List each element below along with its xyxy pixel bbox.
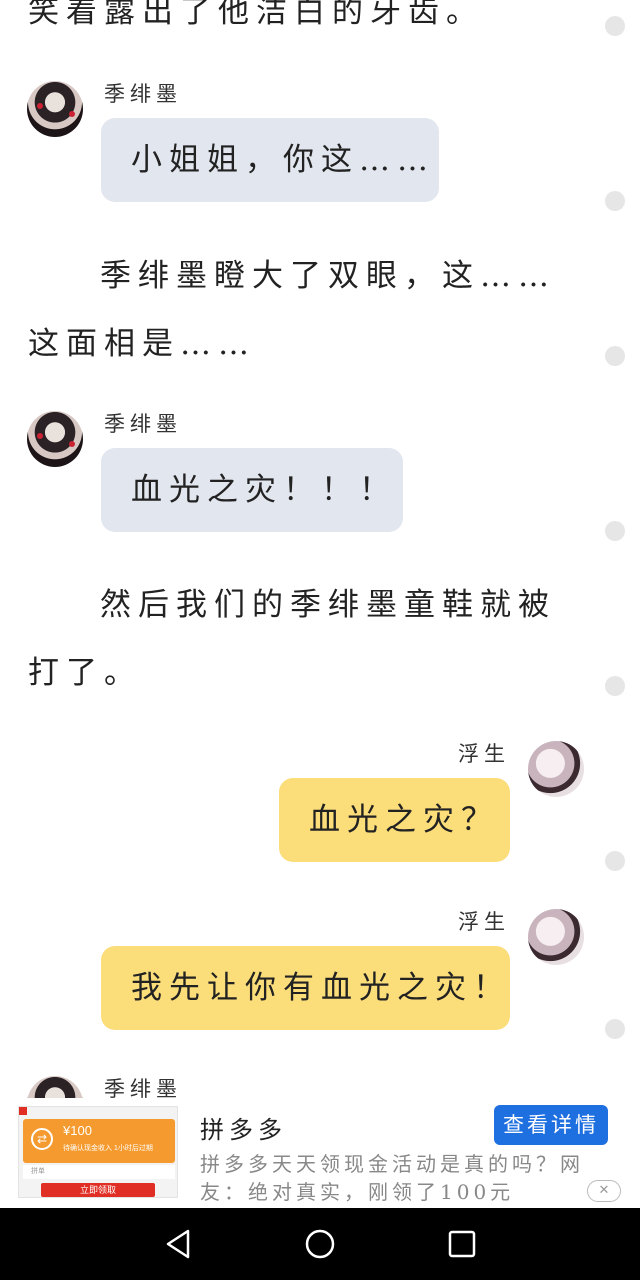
message-bubble-right: 血光之灾？ (279, 778, 510, 862)
ad-banner[interactable]: ⇄ ¥100 待确认现金收入 1小时后过期 拼单 立即领取 拼多多 查看详情 拼… (0, 1098, 640, 1208)
message-bubble-left: 血光之灾！！！ (101, 448, 403, 532)
coupon-subtext: 待确认现金收入 1小时后过期 (63, 1145, 153, 1152)
story-text-top: 笑着露出了他洁白的牙齿。 (28, 0, 484, 30)
close-icon[interactable]: ✕ (587, 1180, 621, 1202)
sender-name: 浮生 (458, 910, 510, 934)
story-paragraph: 季绯墨瞪大了双眼，这……这面相是…… (28, 258, 556, 362)
circle-home-icon[interactable] (304, 1228, 336, 1260)
view-details-button[interactable]: 查看详情 (494, 1105, 608, 1145)
paragraph-comment-dot[interactable] (605, 1019, 625, 1039)
chapter-content[interactable]: 笑着露出了他洁白的牙齿。 季绯墨 小姐姐，你这…… 季绯墨瞪大了双眼，这……这面… (0, 0, 640, 1208)
sender-name: 浮生 (458, 742, 510, 766)
square-recents-icon[interactable] (446, 1228, 478, 1260)
coupon-field: 拼单 (23, 1165, 175, 1179)
ad-flag-icon (19, 1107, 27, 1115)
paragraph-comment-dot[interactable] (605, 191, 625, 211)
claim-button: 立即领取 (41, 1183, 155, 1197)
sender-name: 季绯墨 (104, 82, 182, 106)
ad-title: 拼多多 (200, 1116, 287, 1144)
ad-thumbnail[interactable]: ⇄ ¥100 待确认现金收入 1小时后过期 拼单 立即领取 (18, 1106, 178, 1198)
coupon-card: ⇄ ¥100 待确认现金收入 1小时后过期 (23, 1119, 175, 1163)
paragraph-comment-dot[interactable] (605, 851, 625, 871)
avatar-jifeimo[interactable] (27, 411, 83, 467)
message-bubble-right: 我先让你有血光之灾！ (101, 946, 510, 1030)
avatar-fusheng[interactable] (528, 909, 584, 965)
exchange-icon: ⇄ (31, 1128, 53, 1150)
avatar-fusheng[interactable] (528, 741, 584, 797)
paragraph-comment-dot[interactable] (605, 676, 625, 696)
message-bubble-left: 小姐姐，你这…… (101, 118, 439, 202)
triangle-back-icon[interactable] (162, 1228, 194, 1260)
coupon-amount: ¥100 (63, 1123, 92, 1138)
ad-description: 拼多多天天领现金活动是真的吗？网友：绝对真实，刚领了100元 (200, 1152, 584, 1204)
avatar-jifeimo[interactable] (27, 81, 83, 137)
system-navigation-bar (0, 1208, 640, 1280)
paragraph-comment-dot[interactable] (605, 16, 625, 36)
paragraph-comment-dot[interactable] (605, 521, 625, 541)
sender-name: 季绯墨 (104, 412, 182, 436)
story-paragraph: 然后我们的季绯墨童鞋就被打了。 (28, 587, 556, 691)
paragraph-comment-dot[interactable] (605, 346, 625, 366)
